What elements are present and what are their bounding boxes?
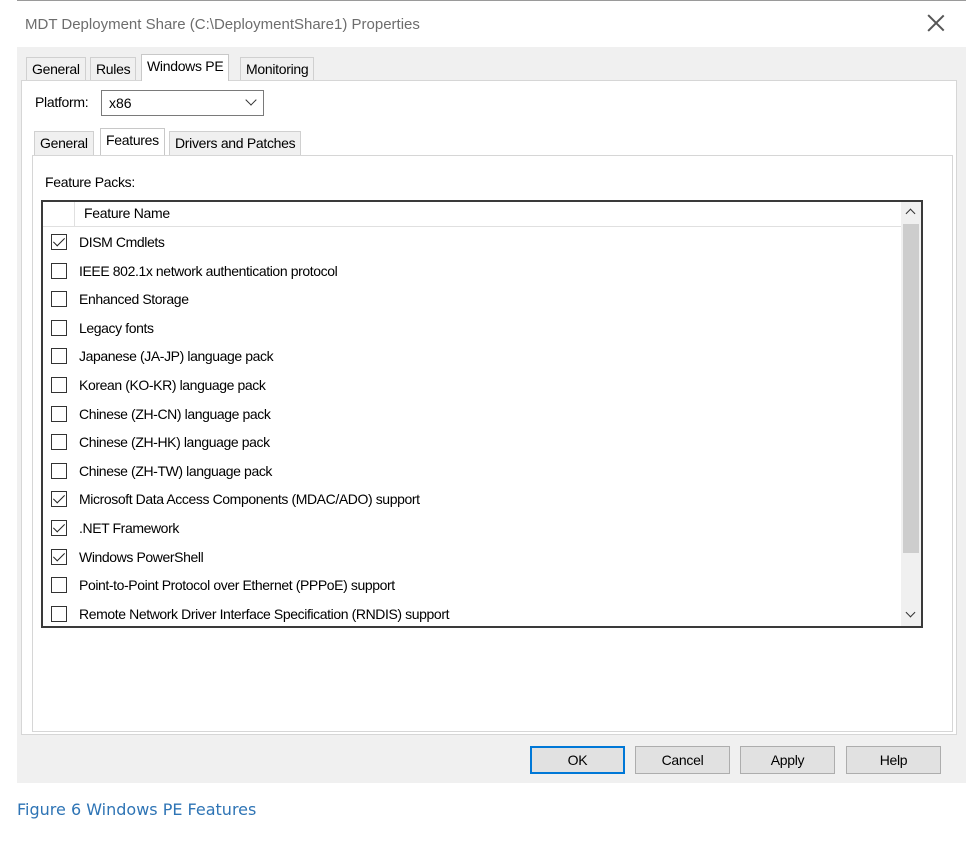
scroll-up-icon[interactable]	[905, 208, 916, 219]
header-feature-name[interactable]: Feature Name	[84, 205, 170, 221]
chevron-down-icon	[245, 94, 257, 106]
apply-button[interactable]: Apply	[740, 746, 835, 774]
tab-windows-pe[interactable]: Windows PE	[141, 54, 230, 81]
window-title: MDT Deployment Share (C:\DeploymentShare…	[25, 16, 420, 33]
list-rows: DISM Cmdlets IEEE 802.1x network authenti…	[43, 228, 901, 626]
header-check-column[interactable]	[43, 202, 75, 226]
list-item[interactable]: Legacy fonts	[43, 314, 901, 343]
list-item[interactable]: Chinese (ZH-CN) language pack	[43, 400, 901, 429]
title-bar: MDT Deployment Share (C:\DeploymentShare…	[17, 1, 966, 47]
feature-name: Chinese (ZH-HK) language pack	[79, 434, 270, 451]
cancel-button[interactable]: Cancel	[635, 746, 730, 774]
list-item[interactable]: DISM Cmdlets	[43, 228, 901, 257]
tab-rules[interactable]: Rules	[90, 57, 137, 81]
feature-checkbox[interactable]	[51, 548, 67, 565]
subtab-general[interactable]: General	[34, 131, 94, 155]
feature-name: Korean (KO-KR) language pack	[79, 376, 266, 393]
platform-value: x86	[109, 95, 132, 111]
list-item[interactable]: Enhanced Storage	[43, 285, 901, 314]
feature-checkbox[interactable]	[51, 519, 67, 536]
feature-checkbox[interactable]	[51, 319, 67, 336]
list-item[interactable]: Point-to-Point Protocol over Ethernet (P…	[43, 571, 901, 600]
subtab-drivers-and-patches[interactable]: Drivers and Patches	[169, 131, 302, 155]
tab-monitoring[interactable]: Monitoring	[240, 57, 315, 81]
feature-name: Japanese (JA-JP) language pack	[79, 348, 274, 365]
features-panel: Feature Packs: Feature Name DISM Cmdlets…	[32, 155, 953, 732]
feature-packs-label: Feature Packs:	[45, 174, 135, 190]
subtab-features[interactable]: Features	[100, 128, 165, 155]
list-item[interactable]: Chinese (ZH-TW) language pack	[43, 457, 901, 486]
feature-checkbox[interactable]	[51, 462, 67, 479]
figure-caption: Figure 6 Windows PE Features	[17, 800, 257, 819]
feature-name: Remote Network Driver Interface Specific…	[79, 605, 450, 622]
scroll-thumb[interactable]	[903, 224, 919, 553]
feature-name: DISM Cmdlets	[79, 234, 165, 250]
feature-checkbox[interactable]	[51, 234, 67, 250]
feature-checkbox[interactable]	[51, 434, 67, 451]
feature-name: Microsoft Data Access Components (MDAC/A…	[79, 491, 420, 508]
list-item[interactable]: Remote Network Driver Interface Specific…	[43, 600, 901, 626]
platform-label: Platform:	[35, 94, 89, 110]
feature-checkbox[interactable]	[51, 605, 67, 622]
list-item[interactable]: IEEE 802.1x network authentication proto…	[43, 257, 901, 286]
help-button[interactable]: Help	[846, 746, 941, 774]
feature-checkbox[interactable]	[51, 405, 67, 422]
feature-name: Chinese (ZH-CN) language pack	[79, 405, 271, 422]
feature-name: IEEE 802.1x network authentication proto…	[79, 262, 338, 279]
vertical-scrollbar[interactable]	[901, 202, 921, 626]
feature-name: Enhanced Storage	[79, 291, 189, 308]
list-item[interactable]: Microsoft Data Access Components (MDAC/A…	[43, 485, 901, 514]
feature-checkbox[interactable]	[51, 577, 67, 594]
feature-checkbox[interactable]	[51, 262, 67, 279]
feature-name: Windows PowerShell	[79, 548, 204, 565]
feature-name: Legacy fonts	[79, 319, 154, 336]
feature-checkbox[interactable]	[51, 491, 67, 508]
feature-checkbox[interactable]	[51, 376, 67, 393]
close-icon[interactable]	[924, 12, 948, 36]
feature-name: Point-to-Point Protocol over Ethernet (P…	[79, 577, 395, 594]
list-item[interactable]: Korean (KO-KR) language pack	[43, 371, 901, 400]
windows-pe-panel: Platform: x86 General Features Drivers a…	[21, 80, 957, 735]
list-item[interactable]: Japanese (JA-JP) language pack	[43, 342, 901, 371]
feature-checkbox[interactable]	[51, 348, 67, 365]
feature-checkbox[interactable]	[51, 291, 67, 308]
list-item[interactable]: Windows PowerShell	[43, 543, 901, 572]
properties-dialog: MDT Deployment Share (C:\DeploymentShare…	[17, 1, 966, 783]
list-item[interactable]: .NET Framework	[43, 514, 901, 543]
feature-list[interactable]: Feature Name DISM Cmdlets IEEE 802.1x net…	[41, 200, 923, 628]
scroll-down-icon[interactable]	[905, 607, 916, 618]
tab-general[interactable]: General	[26, 57, 86, 81]
ok-button[interactable]: OK	[530, 746, 625, 774]
list-header: Feature Name	[43, 202, 901, 227]
platform-dropdown[interactable]: x86	[101, 90, 264, 116]
list-item[interactable]: Chinese (ZH-HK) language pack	[43, 428, 901, 457]
feature-name: Chinese (ZH-TW) language pack	[79, 462, 273, 479]
feature-name: .NET Framework	[79, 519, 179, 536]
